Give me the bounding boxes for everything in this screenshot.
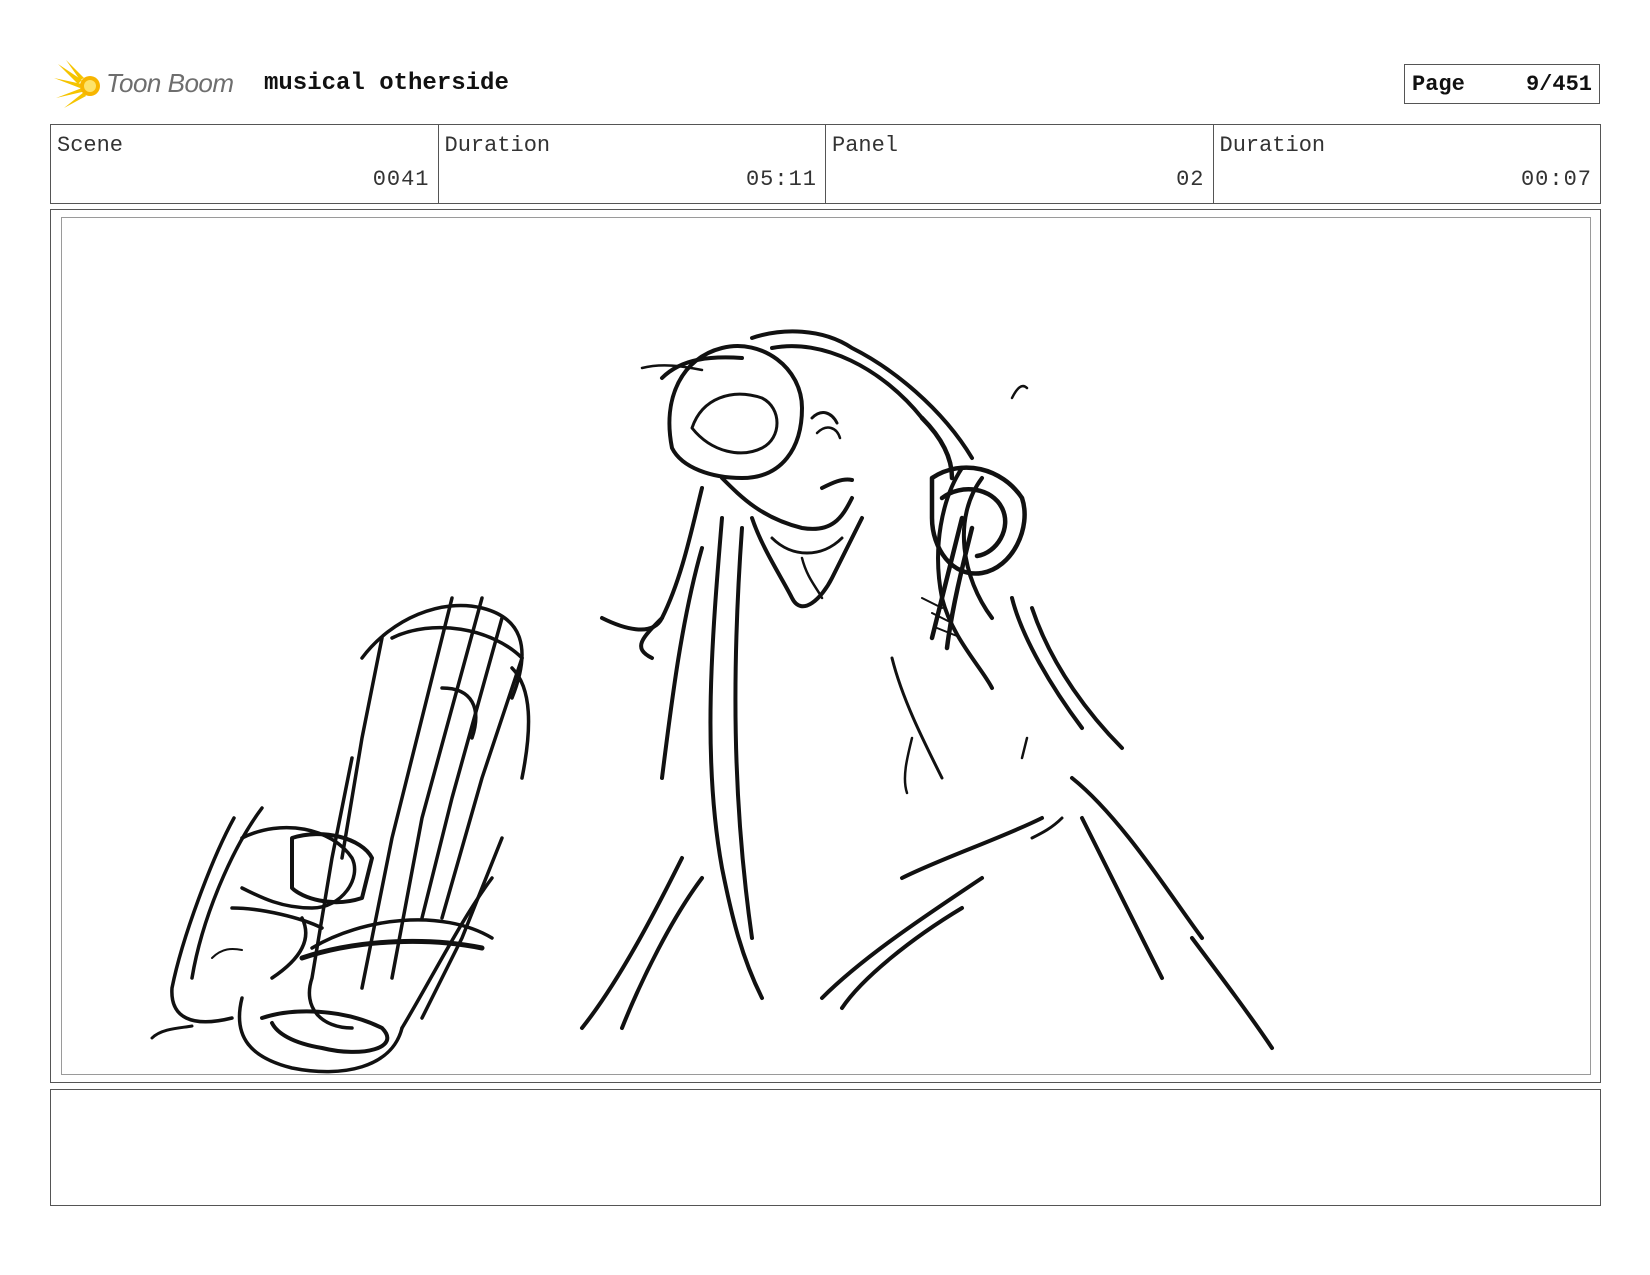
logo-wordmark: Toon Boom — [106, 68, 234, 98]
page-indicator: Page 9/451 — [1404, 64, 1600, 104]
panel-duration-cell: Duration 00:07 — [1214, 125, 1601, 203]
scene-cell: Scene 0041 — [51, 125, 439, 203]
panel-value: 02 — [1176, 167, 1205, 192]
scene-duration-cell: Duration 05:11 — [439, 125, 826, 203]
scene-duration-label: Duration — [444, 133, 551, 158]
scene-duration-value: 05:11 — [745, 167, 817, 192]
scene-label: Scene — [57, 133, 124, 158]
project-title: musical otherside — [264, 70, 509, 97]
panel-duration-label: Duration — [1219, 133, 1326, 158]
seal-sketch — [580, 329, 1274, 1050]
panel-duration-value: 00:07 — [1520, 167, 1592, 192]
page-value: 9/451 — [1525, 72, 1592, 97]
page-label: Page — [1412, 72, 1465, 97]
panel-cell: Panel 02 — [826, 125, 1214, 203]
toon-boom-logo-icon — [54, 60, 100, 108]
panel-label: Panel — [832, 133, 899, 158]
mug-sketch — [150, 596, 531, 1074]
headphones-sketch — [919, 415, 1027, 651]
storyboard-panel — [61, 217, 1591, 1075]
scene-value: 0041 — [372, 167, 430, 192]
sketch-drawing — [150, 329, 1274, 1074]
panel-info-row: Scene 0041 Duration 05:11 Panel 02 Durat… — [50, 124, 1601, 204]
panel-notes-box — [50, 1089, 1601, 1206]
